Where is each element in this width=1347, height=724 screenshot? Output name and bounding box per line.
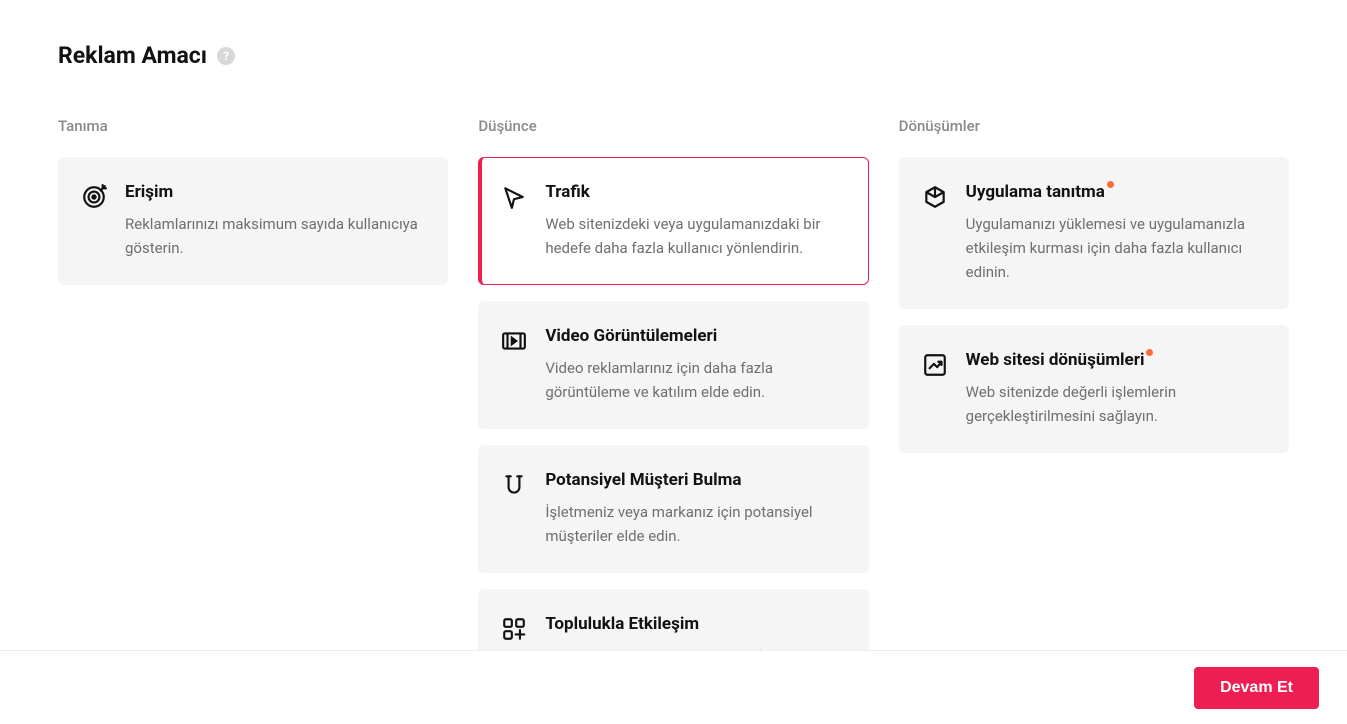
objective-card-traffic[interactable]: Trafik Web sitenizdeki veya uygulamanızd…: [478, 157, 868, 285]
card-desc: Web sitenizdeki veya uygulamanızdaki bir…: [545, 212, 845, 260]
magnet-icon: [501, 472, 527, 498]
card-title: Erişim: [125, 182, 173, 202]
card-desc: Web sitenizde değerli işlemlerin gerçekl…: [966, 380, 1266, 428]
column-awareness: Tanıma Erişim Reklamlarınızı maksimum sa…: [58, 117, 448, 709]
new-badge-icon: [1107, 181, 1114, 188]
help-icon[interactable]: ?: [217, 47, 235, 65]
community-icon: [501, 616, 527, 642]
card-desc: Video reklamlarınız için daha fazla görü…: [545, 356, 845, 404]
page-title: Reklam Amacı: [58, 42, 207, 69]
column-conversions: Dönüşümler Uygulama tanıtma Uygulamanızı…: [899, 117, 1289, 709]
card-title: Potansiyel Müşteri Bulma: [545, 470, 741, 490]
cursor-icon: [501, 184, 527, 210]
new-badge-icon: [1146, 349, 1153, 356]
video-icon: [501, 328, 527, 354]
column-header-awareness: Tanıma: [58, 117, 448, 135]
objective-card-website-conversions[interactable]: Web sitesi dönüşümleri Web sitenizde değ…: [899, 325, 1289, 453]
target-icon: [81, 184, 107, 210]
card-title: Web sitesi dönüşümleri: [966, 350, 1154, 370]
objective-card-app-promo[interactable]: Uygulama tanıtma Uygulamanızı yüklemesi …: [899, 157, 1289, 309]
app-box-icon: [922, 184, 948, 210]
card-desc: İşletmeniz veya markanız için potansiyel…: [545, 500, 845, 548]
objective-card-lead-gen[interactable]: Potansiyel Müşteri Bulma İşletmeniz veya…: [478, 445, 868, 573]
card-desc: Uygulamanızı yüklemesi ve uygulamanızla …: [966, 212, 1266, 284]
chart-up-icon: [922, 352, 948, 378]
column-consideration: Düşünce Trafik Web sitenizdeki veya uygu…: [478, 117, 868, 709]
column-header-consideration: Düşünce: [478, 117, 868, 135]
card-title: Trafik: [545, 182, 589, 202]
footer-bar: Devam Et: [0, 650, 1347, 724]
card-title: Video Görüntülemeleri: [545, 326, 717, 346]
continue-button[interactable]: Devam Et: [1194, 667, 1319, 709]
objective-card-video-views[interactable]: Video Görüntülemeleri Video reklamlarını…: [478, 301, 868, 429]
column-header-conversions: Dönüşümler: [899, 117, 1289, 135]
card-title: Uygulama tanıtma: [966, 182, 1114, 202]
card-desc: Reklamlarınızı maksimum sayıda kullanıcı…: [125, 212, 425, 260]
card-title: Toplulukla Etkileşim: [545, 614, 699, 634]
objective-card-reach[interactable]: Erişim Reklamlarınızı maksimum sayıda ku…: [58, 157, 448, 285]
